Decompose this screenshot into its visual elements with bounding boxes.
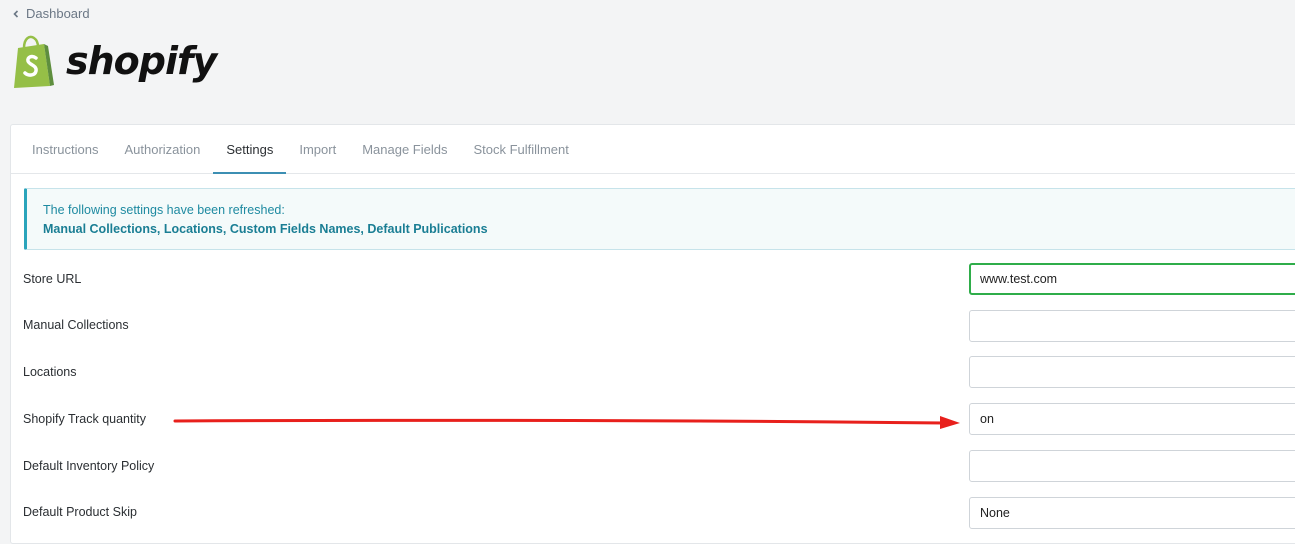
inventory-policy-input[interactable] (969, 450, 1295, 482)
back-link-label: Dashboard (26, 6, 90, 21)
manual-collections-label: Manual Collections (23, 318, 129, 332)
tab-manage-fields[interactable]: Manage Fields (349, 125, 460, 173)
shopify-logo: shopify (10, 34, 217, 90)
integration-panel: Instructions Authorization Settings Impo… (10, 124, 1295, 544)
manual-collections-input[interactable] (969, 310, 1295, 342)
alert-items: Manual Collections, Locations, Custom Fi… (43, 222, 488, 236)
chevron-left-icon (13, 9, 19, 18)
shopify-wordmark: shopify (66, 39, 217, 83)
alert-message: The following settings have been refresh… (43, 203, 285, 217)
tab-stock-fulfillment[interactable]: Stock Fulfillment (460, 125, 581, 173)
track-quantity-input[interactable] (969, 403, 1295, 435)
tab-authorization[interactable]: Authorization (111, 125, 213, 173)
tab-import[interactable]: Import (286, 125, 349, 173)
tab-instructions[interactable]: Instructions (19, 125, 111, 173)
inventory-policy-label: Default Inventory Policy (23, 459, 155, 473)
locations-label: Locations (23, 365, 77, 379)
store-url-label: Store URL (23, 272, 82, 286)
annotation-arrow (173, 416, 960, 429)
track-quantity-label: Shopify Track quantity (23, 412, 146, 426)
settings-refreshed-alert: The following settings have been refresh… (24, 188, 1295, 250)
store-url-input[interactable] (969, 263, 1295, 295)
locations-input[interactable] (969, 356, 1295, 388)
back-to-dashboard-link[interactable]: Dashboard (12, 6, 90, 21)
product-skip-input[interactable] (969, 497, 1295, 529)
product-skip-label: Default Product Skip (23, 505, 137, 519)
tab-bar: Instructions Authorization Settings Impo… (11, 125, 1295, 174)
tab-settings[interactable]: Settings (213, 125, 287, 174)
shopify-bag-icon (14, 35, 54, 88)
